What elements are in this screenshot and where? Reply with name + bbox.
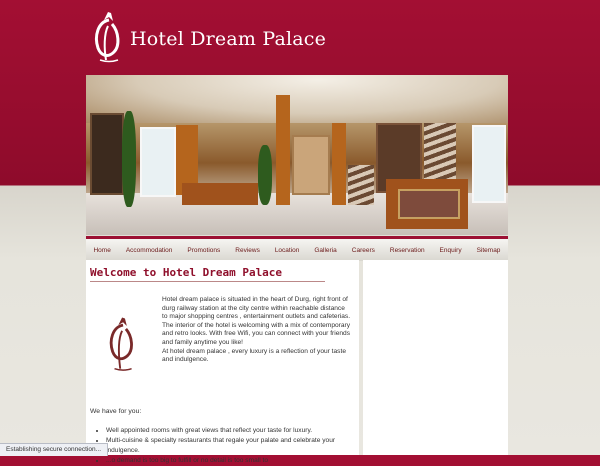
- welcome-heading: Welcome to Hotel Dream Palace: [90, 266, 325, 282]
- site-header: Hotel Dream Palace: [0, 0, 600, 75]
- nav-sitemap[interactable]: Sitemap: [477, 247, 501, 254]
- feature-item: ...o demand is too big to fulfill or no …: [106, 456, 359, 466]
- nav-enquiry[interactable]: Enquiry: [440, 247, 462, 254]
- intro-paragraph: Hotel dream palace is situated in the he…: [162, 296, 351, 346]
- site-title[interactable]: Hotel Dream Palace: [130, 28, 326, 50]
- browser-status-bar: Establishing secure connection...: [0, 443, 109, 456]
- feature-item: Well appointed rooms with great views th…: [106, 426, 359, 436]
- tulip-logo-icon[interactable]: [90, 8, 128, 70]
- feature-item: Multi-cuisine & specialty restaurants th…: [106, 436, 359, 456]
- intro-paragraph-2: At hotel dream palace , every luxury is …: [162, 347, 346, 364]
- main-content: Welcome to Hotel Dream Palace Hotel drea…: [86, 260, 359, 464]
- have-for-you-label: We have for you:: [90, 408, 142, 415]
- nav-reservation[interactable]: Reservation: [390, 247, 425, 254]
- nav-galleria[interactable]: Galleria: [314, 247, 336, 254]
- nav-location[interactable]: Location: [275, 247, 300, 254]
- sidebar-panel: [363, 260, 508, 455]
- main-navigation: Home Accommodation Promotions Reviews Lo…: [86, 236, 508, 261]
- features-list: Well appointed rooms with great views th…: [94, 426, 359, 466]
- hotel-lobby-banner-image: [86, 75, 508, 235]
- nav-home[interactable]: Home: [93, 247, 110, 254]
- nav-reviews[interactable]: Reviews: [235, 247, 260, 254]
- nav-careers[interactable]: Careers: [352, 247, 375, 254]
- nav-accommodation[interactable]: Accommodation: [126, 247, 173, 254]
- intro-text: Hotel dream palace is situated in the he…: [162, 296, 352, 365]
- tulip-emblem-icon: [109, 317, 133, 371]
- nav-promotions[interactable]: Promotions: [187, 247, 220, 254]
